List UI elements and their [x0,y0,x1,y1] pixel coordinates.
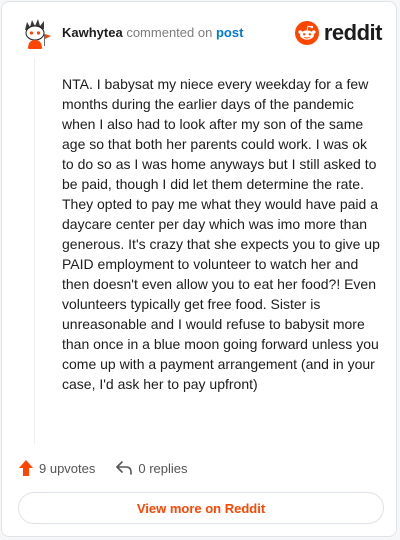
reply-arrow-icon [116,461,133,475]
reddit-wordmark: reddit [323,20,383,45]
snoo-avatar-icon [18,16,52,50]
comment-header: Kawhytea commented on post reddit [18,16,383,52]
reply-count: 0 replies [138,460,188,476]
post-link[interactable]: post [216,25,243,40]
reddit-logo[interactable]: reddit [294,20,383,46]
comment-body: NTA. I babysat my niece every weekday fo… [62,76,380,392]
replies-button[interactable]: 0 replies [115,460,188,476]
snoo-avatar[interactable] [18,16,52,50]
view-more-on-reddit-button[interactable]: View more on Reddit [18,492,384,524]
embedded-comment-card: Kawhytea commented on post reddit NTA. I… [1,1,397,537]
upvote-count: 9 upvotes [39,460,96,476]
reddit-logo-icon [294,21,319,45]
upvote-button[interactable]: 9 upvotes [18,459,95,477]
comment-actions: 9 upvotes 0 replies [18,456,188,480]
author-line: Kawhytea commented on post [62,25,243,40]
comment-author[interactable]: Kawhytea [62,25,123,40]
comment-action-text: commented on [126,25,213,40]
upvote-arrow-icon [19,460,33,476]
thread-line [34,58,35,444]
